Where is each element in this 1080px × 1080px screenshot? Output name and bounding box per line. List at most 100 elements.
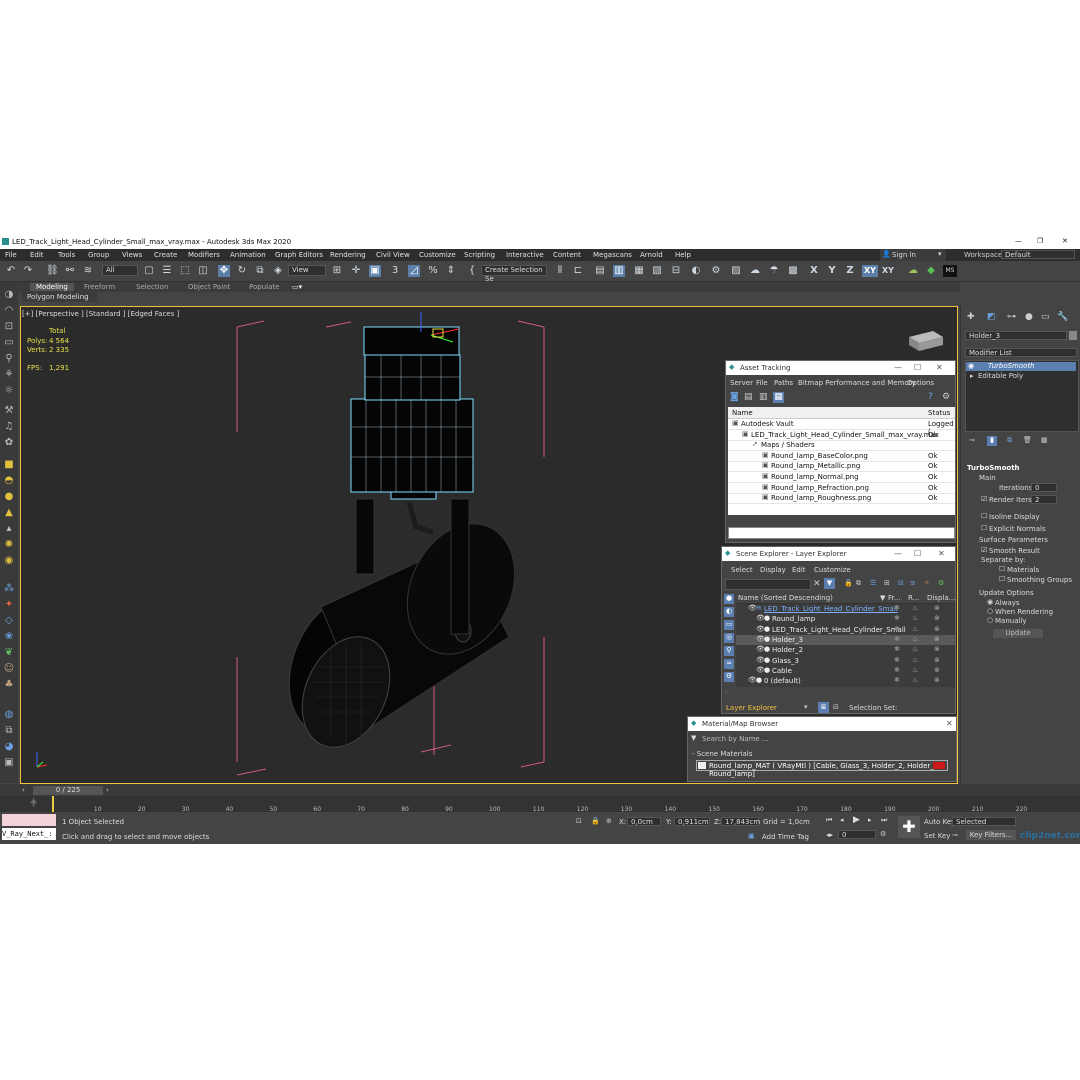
- menu-help[interactable]: Help: [675, 251, 691, 259]
- display-toggle-icon[interactable]: ⊗: [934, 604, 940, 612]
- foliage-icon[interactable]: ❦: [2, 647, 16, 659]
- renderable-toggle-icon[interactable]: ♨: [912, 645, 918, 653]
- menu-modifiers[interactable]: Modifiers: [188, 251, 220, 259]
- curve-editor-icon[interactable]: ▧: [651, 265, 663, 277]
- motion-tab-icon[interactable]: ●: [1025, 312, 1033, 322]
- angle-snap-icon[interactable]: ◿: [408, 265, 420, 277]
- se-search-input[interactable]: [725, 579, 811, 590]
- render-iters-spinner[interactable]: 2: [1031, 495, 1057, 504]
- next-frame-icon[interactable]: ›: [106, 786, 109, 794]
- select-move-icon[interactable]: ✥: [218, 265, 230, 277]
- play-icon[interactable]: ▶: [853, 815, 860, 825]
- freeze-toggle-icon[interactable]: ✱: [894, 656, 900, 664]
- utilities-tab-icon[interactable]: 🔧: [1057, 312, 1068, 322]
- layer-icon[interactable]: ≣: [818, 702, 829, 713]
- key-set-dropdown[interactable]: Selected: [952, 817, 1016, 826]
- axis-x-button[interactable]: X: [808, 265, 820, 277]
- current-frame-field[interactable]: 0: [838, 830, 876, 839]
- maximize-button[interactable]: ☐: [914, 363, 921, 372]
- tab-populate[interactable]: Populate: [249, 283, 279, 291]
- side-icon-c[interactable]: ▭: [724, 620, 734, 630]
- asset-path-field[interactable]: [728, 527, 955, 539]
- render-setup-icon[interactable]: ⚙: [710, 265, 722, 277]
- scene-tree-row[interactable]: 👁 ≋ LED_Track_Light_Head_Cylinder_Small ✱ ♨ ⊗: [736, 604, 955, 614]
- geosphere-icon[interactable]: ●: [2, 491, 16, 503]
- shapes-icon[interactable]: ◠: [2, 305, 16, 317]
- tab-object-paint[interactable]: Object Paint: [188, 283, 230, 291]
- time-slider[interactable]: 0 / 225: [33, 786, 103, 795]
- renderable-toggle-icon[interactable]: ♨: [912, 614, 918, 622]
- place-icon[interactable]: ◈: [272, 265, 284, 277]
- helpers-icon[interactable]: ⚲: [2, 353, 16, 365]
- menu-rendering[interactable]: Rendering: [330, 251, 366, 259]
- renderable-toggle-icon[interactable]: ♨: [912, 635, 918, 643]
- display-toggle-icon[interactable]: ⊗: [934, 676, 940, 684]
- view-cube-icon[interactable]: [909, 331, 943, 351]
- named-selection-dropdown[interactable]: Create Selection Se: [481, 265, 547, 283]
- render-online-icon[interactable]: ▩: [787, 265, 799, 277]
- minimize-button[interactable]: —: [894, 549, 902, 558]
- asset-row[interactable]: ▣ Autodesk Vault Logged (: [728, 419, 955, 436]
- create-tab-icon[interactable]: ✚: [967, 312, 975, 322]
- asset-row[interactable]: ▣ Round_lamp_Metallic.png Ok: [728, 461, 955, 473]
- next-key-icon[interactable]: ▸: [868, 816, 872, 824]
- maxscript-input[interactable]: V_Ray_Next_:: [2, 828, 56, 840]
- select-scale-icon[interactable]: ⧉: [254, 265, 266, 277]
- viewport-label[interactable]: [+] [Perspective ] [Standard ] [Edged Fa…: [22, 310, 179, 318]
- display-icon-e[interactable]: ≡: [910, 579, 916, 587]
- selection-lock-icon[interactable]: 🔒: [591, 817, 600, 825]
- display-tab-icon[interactable]: ▭: [1041, 312, 1050, 322]
- close-button[interactable]: ✕: [946, 719, 953, 728]
- window-crossing-icon[interactable]: ◫: [197, 265, 209, 277]
- display-toggle-icon[interactable]: ⊗: [934, 635, 940, 643]
- prev-frame-icon[interactable]: ‹: [22, 786, 25, 794]
- pivot-center-icon[interactable]: ⊞: [331, 265, 343, 277]
- cameras-icon[interactable]: ▭: [2, 337, 16, 349]
- tree-view-icon[interactable]: ▥: [759, 392, 768, 402]
- megascans-icon[interactable]: ◆: [925, 265, 937, 277]
- col-display[interactable]: Displa...: [927, 594, 955, 602]
- renderable-toggle-icon[interactable]: ♨: [912, 676, 918, 684]
- asset-row[interactable]: ▣ LED_Track_Light_Head_Cylinder_Small_max…: [728, 430, 955, 441]
- render-sphere-icon[interactable]: ◍: [2, 709, 16, 721]
- key-icon[interactable]: ⊸: [952, 831, 958, 839]
- asset-row[interactable]: ▣ Round_lamp_BaseColor.png Ok: [728, 451, 955, 462]
- tool-b-icon[interactable]: ♫: [2, 421, 16, 433]
- materials-checkbox[interactable]: ☐: [999, 565, 1005, 573]
- render-iters-checkbox[interactable]: ☑: [981, 495, 987, 503]
- schematic-view-icon[interactable]: ⊟: [670, 265, 682, 277]
- menu-create[interactable]: Create: [154, 251, 177, 259]
- sphere-icon[interactable]: ◓: [2, 475, 16, 487]
- isolate-icon[interactable]: ⊡: [576, 817, 582, 825]
- freeze-toggle-icon[interactable]: ✱: [894, 635, 900, 643]
- lock-icon[interactable]: 🔒: [844, 579, 853, 587]
- display-icon-f[interactable]: ✧: [924, 579, 930, 587]
- when-rendering-radio[interactable]: ○: [987, 607, 993, 615]
- asset-row[interactable]: ▣ Round_lamp_Roughness.png Ok: [728, 493, 955, 505]
- globe-icon[interactable]: ◕: [2, 741, 16, 753]
- show-end-result-icon[interactable]: ▮: [987, 436, 997, 446]
- prev-key-icon[interactable]: ◂: [840, 816, 844, 824]
- col-name[interactable]: Name: [732, 409, 753, 417]
- undo-icon[interactable]: ↶: [5, 265, 17, 277]
- freeze-toggle-icon[interactable]: ✱: [894, 666, 900, 674]
- lights-icon[interactable]: ⊡: [2, 321, 16, 333]
- menu-megascans[interactable]: Megascans: [593, 251, 632, 259]
- track-bar-icon[interactable]: ⸎: [30, 799, 37, 808]
- percent-snap-icon[interactable]: %: [427, 265, 439, 277]
- create-panel-icon[interactable]: ◑: [2, 289, 16, 301]
- asset-menu-paths[interactable]: Paths: [774, 379, 793, 387]
- display-icon-a[interactable]: ⧉: [856, 579, 861, 588]
- arnold-render-icon[interactable]: ☁: [907, 265, 919, 277]
- select-object-icon[interactable]: ▢: [143, 265, 155, 277]
- menu-scripting[interactable]: Scripting: [464, 251, 495, 259]
- renderable-toggle-icon[interactable]: ♨: [912, 604, 918, 612]
- chevron-down-icon[interactable]: ▼: [691, 734, 696, 742]
- ms-bridge-icon[interactable]: MS: [943, 265, 957, 277]
- toggle-layer-explorer-icon[interactable]: ▥: [613, 265, 625, 277]
- pin-stack-icon[interactable]: ⊸: [969, 436, 975, 444]
- menu-edit[interactable]: Edit: [30, 251, 44, 259]
- display-toggle-icon[interactable]: ⊗: [934, 645, 940, 653]
- maximize-button[interactable]: ❐: [1037, 237, 1043, 245]
- time-tag-icon[interactable]: ▣: [748, 832, 755, 840]
